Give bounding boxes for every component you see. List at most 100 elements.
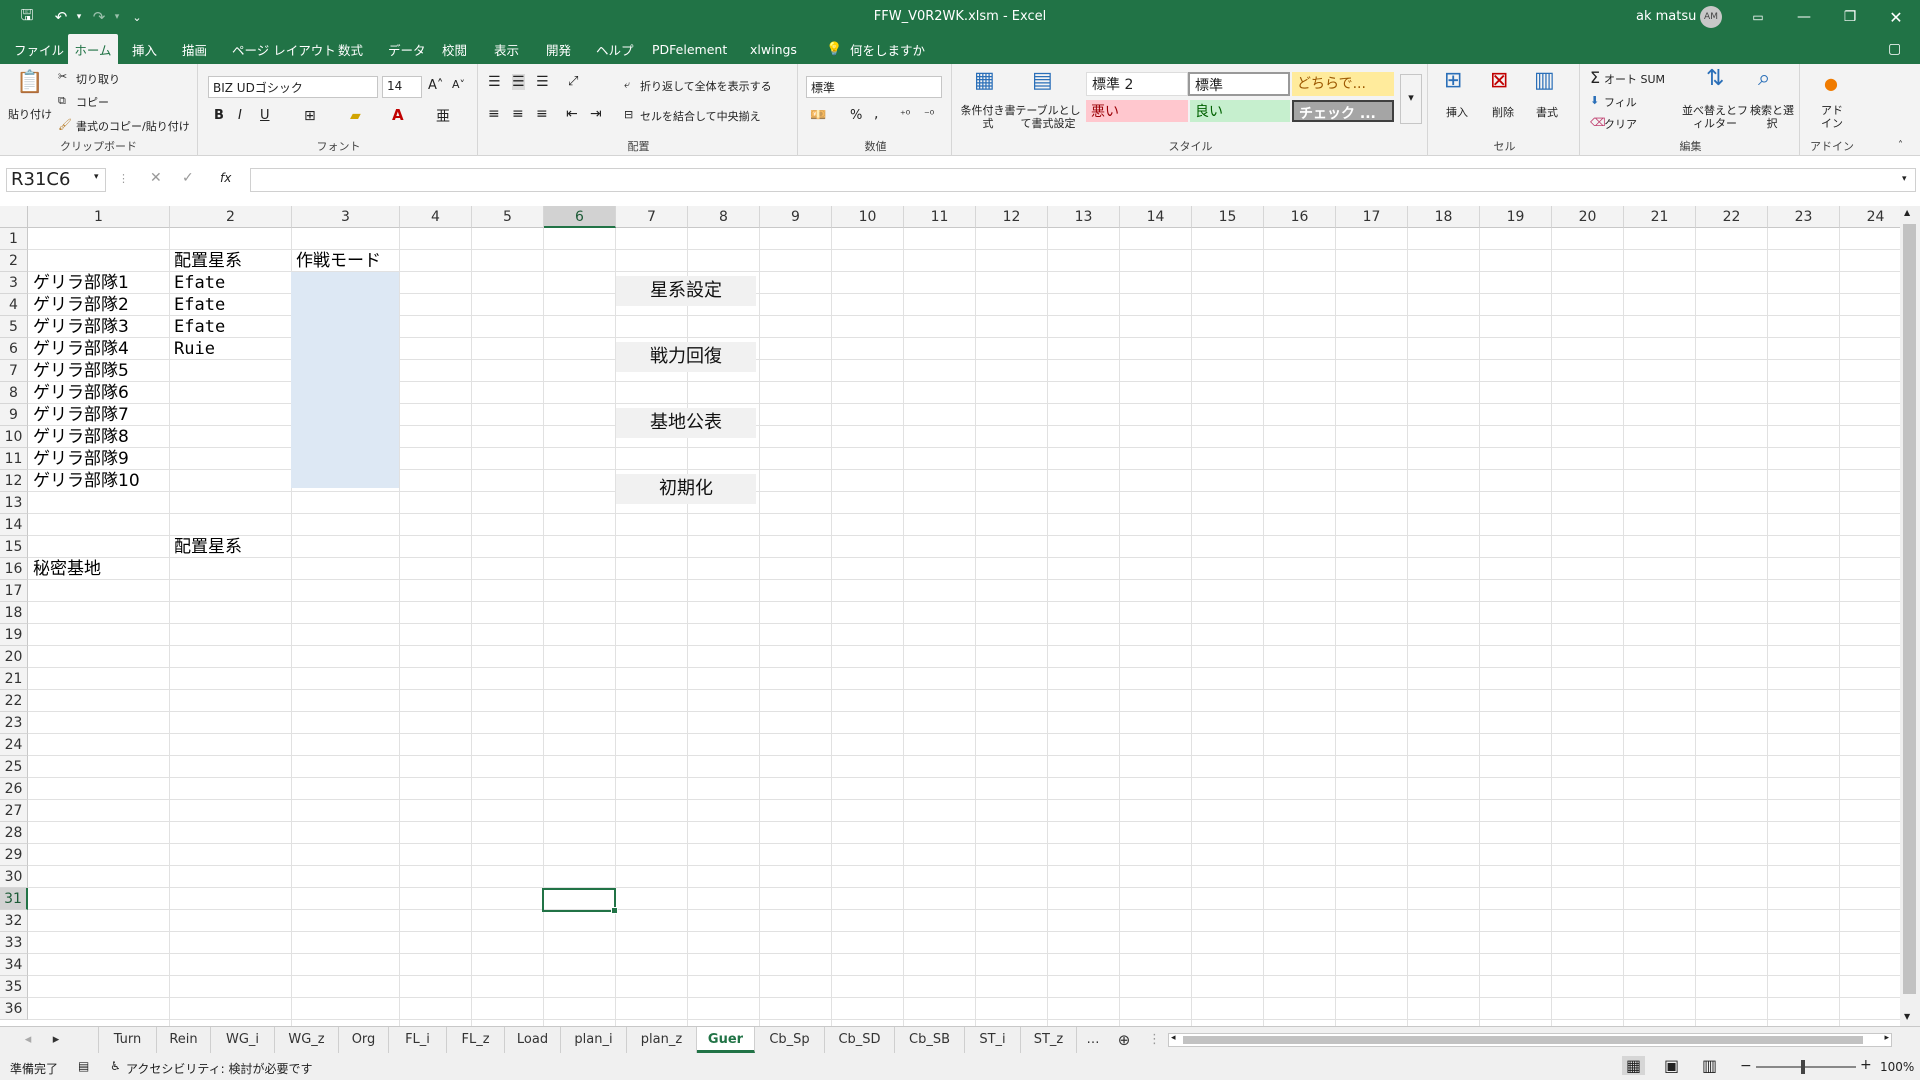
add-sheet-icon[interactable]: ⊕ (1111, 1027, 1137, 1053)
row-header-10[interactable]: 10 (0, 426, 28, 448)
row-header-7[interactable]: 7 (0, 360, 28, 382)
fill-button[interactable]: フィル (1604, 94, 1637, 110)
align-right-icon[interactable]: ≡ (536, 106, 548, 122)
shrink-font-icon[interactable]: A˅ (452, 78, 465, 91)
zoom-level[interactable]: 100% (1880, 1060, 1914, 1074)
page-break-view-icon[interactable]: ▥ (1702, 1056, 1717, 1075)
row-header-12[interactable]: 12 (0, 470, 28, 492)
number-format-select[interactable]: 標準 (806, 76, 942, 98)
vertical-scrollbar[interactable]: ▲ ▼ (1900, 206, 1920, 1026)
row-header-23[interactable]: 23 (0, 712, 28, 734)
cell-r12c1[interactable]: ゲリラ部隊10 (30, 470, 140, 492)
delete-cells-button[interactable]: 削除 (1492, 104, 1514, 120)
align-top-icon[interactable]: ☰ (488, 74, 501, 90)
column-header-21[interactable]: 21 (1624, 206, 1696, 228)
autosum-icon[interactable]: Σ (1590, 68, 1600, 87)
name-box[interactable]: R31C6 (6, 168, 106, 192)
sheet-tab-plan-z[interactable]: plan_z (627, 1027, 697, 1053)
format-painter-icon[interactable]: 🖌 (58, 118, 72, 131)
cell-r16c1[interactable]: 秘密基地 (30, 558, 101, 580)
row-header-30[interactable]: 30 (0, 866, 28, 888)
tab-draw[interactable]: 描画 (178, 34, 211, 64)
zoom-slider-thumb[interactable] (1801, 1060, 1805, 1074)
insert-cells-icon[interactable]: ⊞ (1444, 68, 1462, 93)
sheet-tab-wg-i[interactable]: WG_i (211, 1027, 275, 1053)
find-select-icon[interactable]: ⌕ (1758, 66, 1770, 91)
row-header-1[interactable]: 1 (0, 228, 28, 250)
font-color-icon[interactable]: A (392, 106, 404, 124)
insert-cells-button[interactable]: 挿入 (1446, 104, 1468, 120)
macro-record-icon[interactable]: ▤ (78, 1059, 89, 1073)
tab-help[interactable]: ヘルプ (592, 34, 638, 64)
row-header-13[interactable]: 13 (0, 492, 28, 514)
cell-r4c2[interactable]: Efate (171, 294, 225, 316)
row-header-3[interactable]: 3 (0, 272, 28, 294)
cut-icon[interactable]: ✂ (58, 70, 67, 83)
normal-view-icon[interactable]: ▦ (1622, 1056, 1646, 1075)
customize-qat-icon[interactable]: ⌄ (124, 0, 150, 34)
scroll-right-icon[interactable]: ▸ (1884, 1033, 1889, 1043)
sheet-tab-cb-sd[interactable]: Cb_SD (825, 1027, 895, 1053)
cell-r2c3[interactable]: 作戦モード (293, 250, 381, 272)
row-header-26[interactable]: 26 (0, 778, 28, 800)
decrease-decimal-icon[interactable]: ⁻⁰ (924, 108, 934, 121)
scroll-down-icon[interactable]: ▼ (1904, 1012, 1910, 1021)
copy-button[interactable]: コピー (76, 94, 109, 110)
sheet-tab-rein[interactable]: Rein (157, 1027, 211, 1053)
addins-icon[interactable]: ● (1824, 74, 1838, 93)
currency-icon[interactable]: 💴 (810, 108, 826, 123)
font-size-select[interactable]: 14 (382, 76, 422, 98)
row-header-18[interactable]: 18 (0, 602, 28, 624)
increase-indent-icon[interactable]: ⇥ (590, 106, 602, 122)
base-announce-button[interactable]: 基地公表 (616, 408, 756, 438)
horizontal-scrollbar[interactable]: ◂ ▸ (1168, 1033, 1892, 1047)
conditional-format-icon[interactable]: ▦ (974, 68, 995, 93)
formula-input[interactable] (250, 168, 1916, 192)
tab-xlwings[interactable]: xlwings (746, 34, 801, 64)
clear-button[interactable]: クリア (1604, 116, 1637, 132)
style-bad[interactable]: 悪い (1086, 100, 1188, 122)
fill-color-icon[interactable]: ▰ (350, 108, 361, 124)
column-header-20[interactable]: 20 (1552, 206, 1624, 228)
scroll-up-icon[interactable]: ▲ (1904, 208, 1910, 217)
align-bottom-icon[interactable]: ☰ (536, 74, 549, 90)
row-header-6[interactable]: 6 (0, 338, 28, 360)
font-name-select[interactable]: BIZ UDゴシック (208, 76, 378, 98)
column-header-14[interactable]: 14 (1120, 206, 1192, 228)
format-as-table-button[interactable]: テーブルとして書式設定 (1014, 104, 1082, 130)
tab-file[interactable]: ファイル (10, 34, 68, 64)
style-normal-2[interactable]: 標準 2 (1086, 72, 1188, 96)
row-header-16[interactable]: 16 (0, 558, 28, 580)
avatar[interactable]: AM (1700, 6, 1722, 28)
next-sheet-icon[interactable]: ▸ (46, 1027, 66, 1053)
column-header-12[interactable]: 12 (976, 206, 1048, 228)
confirm-entry-icon[interactable]: ✓ (182, 170, 194, 186)
cell-r15c2[interactable]: 配置星系 (171, 536, 242, 558)
zoom-in-icon[interactable]: + (1860, 1057, 1872, 1073)
sheet-tab-load[interactable]: Load (505, 1027, 561, 1053)
cell-r3c1[interactable]: ゲリラ部隊1 (30, 272, 129, 294)
star-setting-button[interactable]: 星系設定 (616, 276, 756, 306)
cell-r4c1[interactable]: ゲリラ部隊2 (30, 294, 129, 316)
row-header-33[interactable]: 33 (0, 932, 28, 954)
sheet-tab-cb-sp[interactable]: Cb_Sp (755, 1027, 825, 1053)
zoom-out-icon[interactable]: − (1740, 1058, 1752, 1074)
underline-button[interactable]: U (260, 108, 270, 123)
align-middle-icon[interactable]: ☰ (512, 74, 525, 90)
row-header-21[interactable]: 21 (0, 668, 28, 690)
cell-r5c2[interactable]: Efate (171, 316, 225, 338)
row-header-27[interactable]: 27 (0, 800, 28, 822)
initialize-button[interactable]: 初期化 (616, 474, 756, 504)
style-good[interactable]: 良い (1190, 100, 1290, 122)
column-header-19[interactable]: 19 (1480, 206, 1552, 228)
minimize-icon[interactable]: — (1781, 0, 1827, 34)
style-neutral[interactable]: どちらで... (1292, 72, 1394, 96)
tab-home[interactable]: ホーム (68, 34, 118, 64)
cell-r6c2[interactable]: Ruie (171, 338, 215, 360)
tab-review[interactable]: 校閲 (438, 34, 471, 64)
cell-r3c2[interactable]: Efate (171, 272, 225, 294)
sort-filter-button[interactable]: 並べ替えとフィルター (1682, 104, 1748, 130)
column-header-16[interactable]: 16 (1264, 206, 1336, 228)
format-painter-button[interactable]: 書式のコピー/貼り付け (76, 118, 190, 134)
sheet-tab-st-i[interactable]: ST_i (965, 1027, 1021, 1053)
